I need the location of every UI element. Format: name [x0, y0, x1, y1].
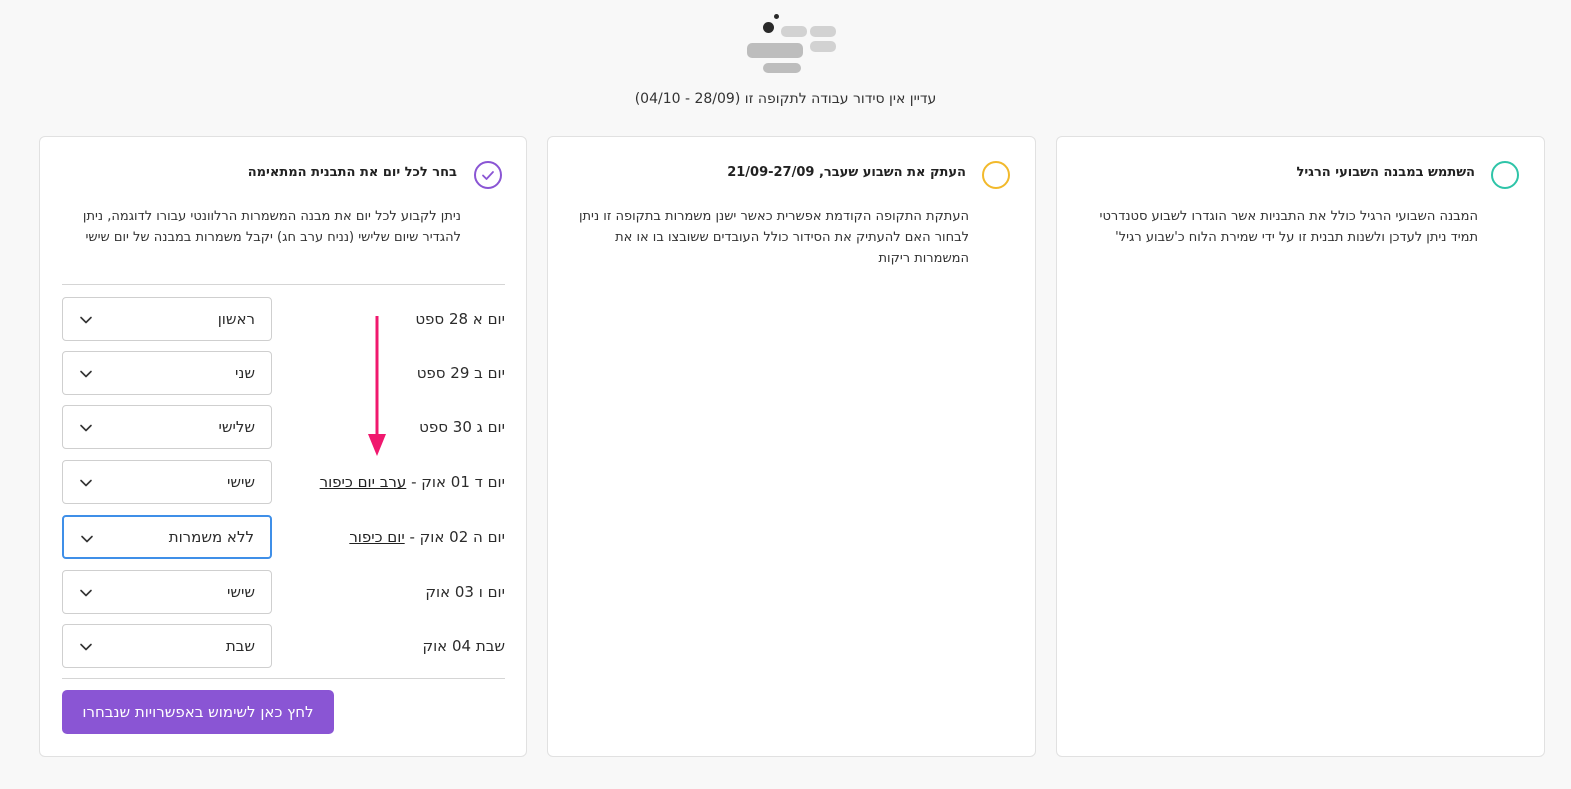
- day-row: יום ה 02 אוק - יום כיפור ללא משמרות: [62, 515, 505, 559]
- day-template-select[interactable]: ראשון: [62, 297, 272, 341]
- day-label: יום ב 29 ספט: [416, 364, 505, 382]
- day-label: יום ה 02 אוק - יום כיפור: [349, 528, 505, 546]
- copy-last-week-title: העתק את השבוע שעבר, 21/09-27/09: [727, 165, 966, 180]
- empty-schedule-message: עדיין אין סידור עבודה לתקופה זו (28/09 -…: [634, 91, 937, 107]
- chevron-down-icon: [80, 643, 92, 651]
- day-label: יום ג 30 ספט: [419, 418, 505, 436]
- select-value: שבת: [225, 637, 255, 655]
- day-label: יום א 28 ספט: [415, 310, 505, 328]
- day-row: יום ד 01 אוק - ערב יום כיפור שישי: [62, 460, 505, 504]
- divider-top: [62, 284, 505, 285]
- select-value: שישי: [227, 473, 255, 491]
- chevron-down-icon: [80, 316, 92, 324]
- day-template-select[interactable]: ללא משמרות: [62, 515, 272, 559]
- select-value: ראשון: [217, 310, 255, 328]
- select-value: שני: [235, 364, 255, 382]
- day-template-select[interactable]: שישי: [62, 570, 272, 614]
- day-row: יום א 28 ספט ראשון: [62, 297, 505, 341]
- day-template-select[interactable]: שבת: [62, 624, 272, 668]
- holiday-link[interactable]: ערב יום כיפור: [320, 473, 407, 491]
- day-label: יום ד 01 אוק - ערב יום כיפור: [319, 473, 505, 491]
- select-value: שישי: [227, 583, 255, 601]
- select-value: שלישי: [218, 418, 256, 436]
- custom-per-day-title: בחר לכל יום את התבנית המתאימה: [247, 165, 457, 180]
- select-value: ללא משמרות: [168, 528, 254, 546]
- chevron-down-icon: [80, 589, 92, 597]
- option-card-copy-last-week[interactable]: העתק את השבוע שעבר, 21/09-27/09 העתקת הת…: [547, 136, 1036, 757]
- copy-last-week-description: העתקת התקופה הקודמת אפשרית כאשר ישנן משמ…: [578, 209, 969, 266]
- chevron-down-icon: [81, 535, 93, 543]
- day-template-select[interactable]: שישי: [62, 460, 272, 504]
- day-label: יום ו 03 אוק: [425, 583, 505, 601]
- option-card-weekly-structure[interactable]: השתמש במבנה השבועי הרגיל המבנה השבועי הר…: [1056, 136, 1545, 757]
- day-row: יום ו 03 אוק שישי: [62, 570, 505, 614]
- weekly-structure-description: המבנה השבועי הרגיל כולל את התבניות אשר ה…: [1099, 209, 1478, 245]
- check-icon: [482, 171, 494, 180]
- weekly-structure-title: השתמש במבנה השבועי הרגיל: [1296, 165, 1475, 180]
- option-card-custom-per-day[interactable]: בחר לכל יום את התבנית המתאימה ניתן לקבוע…: [39, 136, 527, 757]
- chevron-down-icon: [80, 370, 92, 378]
- weekly-structure-radio[interactable]: [1491, 161, 1519, 189]
- day-template-select[interactable]: שני: [62, 351, 272, 395]
- day-row: יום ג 30 ספט שלישי: [62, 405, 505, 449]
- arrow-down-icon: [368, 316, 386, 456]
- custom-per-day-radio[interactable]: [474, 161, 502, 189]
- day-row: יום ב 29 ספט שני: [62, 351, 505, 395]
- day-label: שבת 04 אוק: [422, 637, 505, 655]
- chevron-down-icon: [80, 424, 92, 432]
- chevron-down-icon: [80, 479, 92, 487]
- empty-schedule-illustration: [745, 12, 840, 77]
- divider-bottom: [62, 678, 505, 679]
- day-template-select[interactable]: שלישי: [62, 405, 272, 449]
- custom-per-day-description: ניתן לקבוע לכל יום את מבנה המשמרות הרלוו…: [82, 209, 461, 245]
- apply-selected-options-button[interactable]: לחץ כאן לשימוש באפשרויות שנבחרו: [62, 690, 334, 734]
- copy-last-week-radio[interactable]: [982, 161, 1010, 189]
- day-row: שבת 04 אוק שבת: [62, 624, 505, 668]
- holiday-link[interactable]: יום כיפור: [349, 528, 404, 546]
